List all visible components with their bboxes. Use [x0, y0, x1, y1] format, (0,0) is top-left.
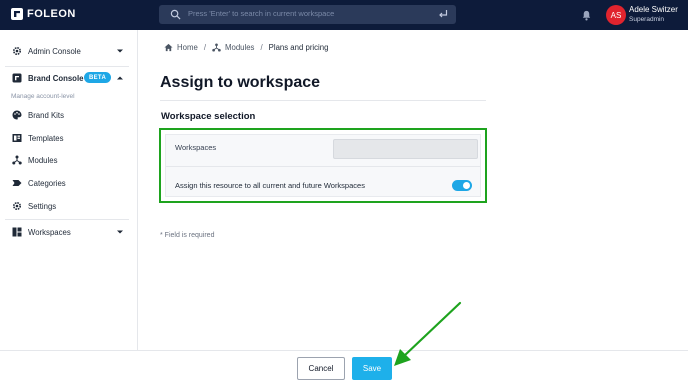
sidebar-divider: [5, 66, 129, 67]
beta-badge: BETA: [84, 72, 112, 83]
breadcrumb-modules[interactable]: Modules: [225, 43, 254, 52]
sidebar-item-label: Modules: [28, 155, 58, 165]
sidebar-item-label: Brand Kits: [28, 110, 64, 120]
sidebar-item-modules[interactable]: Modules: [0, 150, 138, 170]
palette-icon: [12, 110, 22, 120]
gear-icon: [12, 201, 22, 211]
assign-all-workspaces-label: Assign this resource to all current and …: [175, 181, 365, 190]
search-bar[interactable]: Press 'Enter' to search in current works…: [159, 5, 456, 24]
save-button[interactable]: Save: [352, 357, 392, 380]
modules-icon: [12, 155, 22, 165]
workspaces-select-input[interactable]: [333, 139, 478, 159]
brand-name: FOLEON: [27, 8, 76, 20]
search-icon: [170, 9, 181, 20]
sidebar-item-label: Admin Console: [28, 46, 81, 56]
brand-logo[interactable]: FOLEON: [11, 8, 76, 20]
user-name[interactable]: Adele Switzer: [629, 5, 678, 14]
chevron-up-icon: [117, 76, 123, 80]
section-title: Workspace selection: [161, 111, 256, 122]
required-field-note: * Field is required: [160, 232, 215, 239]
workspaces-label: Workspaces: [175, 143, 217, 152]
sidebar-item-templates[interactable]: Templates: [0, 128, 138, 148]
workspace-selection-panel: Workspaces Assign this resource to all c…: [159, 128, 487, 203]
page-title: Assign to workspace: [160, 74, 321, 91]
sidebar-item-label: Templates: [28, 133, 64, 143]
home-icon: [164, 43, 173, 52]
breadcrumb-home[interactable]: Home: [177, 43, 198, 52]
gear-icon: [12, 46, 22, 56]
sidebar-item-brand-console[interactable]: Brand Console BETA: [0, 68, 138, 88]
sidebar-item-label: Workspaces: [28, 227, 71, 237]
brand-console-icon: [12, 73, 22, 83]
enter-key-icon: [439, 10, 448, 18]
workspaces-icon: [12, 227, 22, 237]
sidebar-item-workspaces[interactable]: Workspaces: [0, 222, 138, 242]
template-icon: [12, 134, 22, 142]
breadcrumb-separator: /: [260, 43, 263, 52]
chevron-down-icon: [117, 230, 123, 234]
sidebar-item-label: Settings: [28, 201, 57, 211]
assign-all-workspaces-toggle[interactable]: [452, 180, 472, 191]
top-bar: FOLEON Press 'Enter' to search in curren…: [0, 0, 688, 30]
sidebar-item-brand-kits[interactable]: Brand Kits: [0, 105, 138, 125]
sidebar: Admin Console Brand Console BETA Manage …: [0, 30, 138, 350]
sidebar-sub-label: Manage account-level: [11, 93, 75, 100]
sidebar-item-label: Brand Console: [28, 73, 84, 83]
modules-icon: [212, 43, 221, 52]
user-avatar[interactable]: AS: [606, 5, 626, 25]
breadcrumb-separator: /: [203, 43, 206, 52]
workspace-selection-card: Workspaces Assign this resource to all c…: [165, 134, 481, 197]
foleon-logo-icon: [11, 8, 23, 20]
sidebar-item-categories[interactable]: Categories: [0, 173, 138, 193]
search-input[interactable]: Press 'Enter' to search in current works…: [188, 9, 334, 18]
breadcrumb-current: Plans and pricing: [268, 43, 329, 52]
annotation-arrow-icon: [394, 301, 462, 366]
chevron-down-icon: [117, 49, 123, 53]
sidebar-item-admin-console[interactable]: Admin Console: [0, 41, 138, 61]
sidebar-divider: [5, 219, 129, 220]
breadcrumb: Home / Modules / Plans and pricing: [164, 43, 328, 52]
sidebar-item-settings[interactable]: Settings: [0, 196, 138, 216]
notifications-bell-icon[interactable]: [581, 10, 592, 21]
row-divider: [166, 166, 480, 167]
cancel-button[interactable]: Cancel: [297, 357, 345, 380]
tag-icon: [12, 180, 22, 186]
user-role: Superadmin: [629, 16, 665, 23]
title-divider: [160, 100, 486, 101]
sidebar-item-label: Categories: [28, 178, 66, 188]
